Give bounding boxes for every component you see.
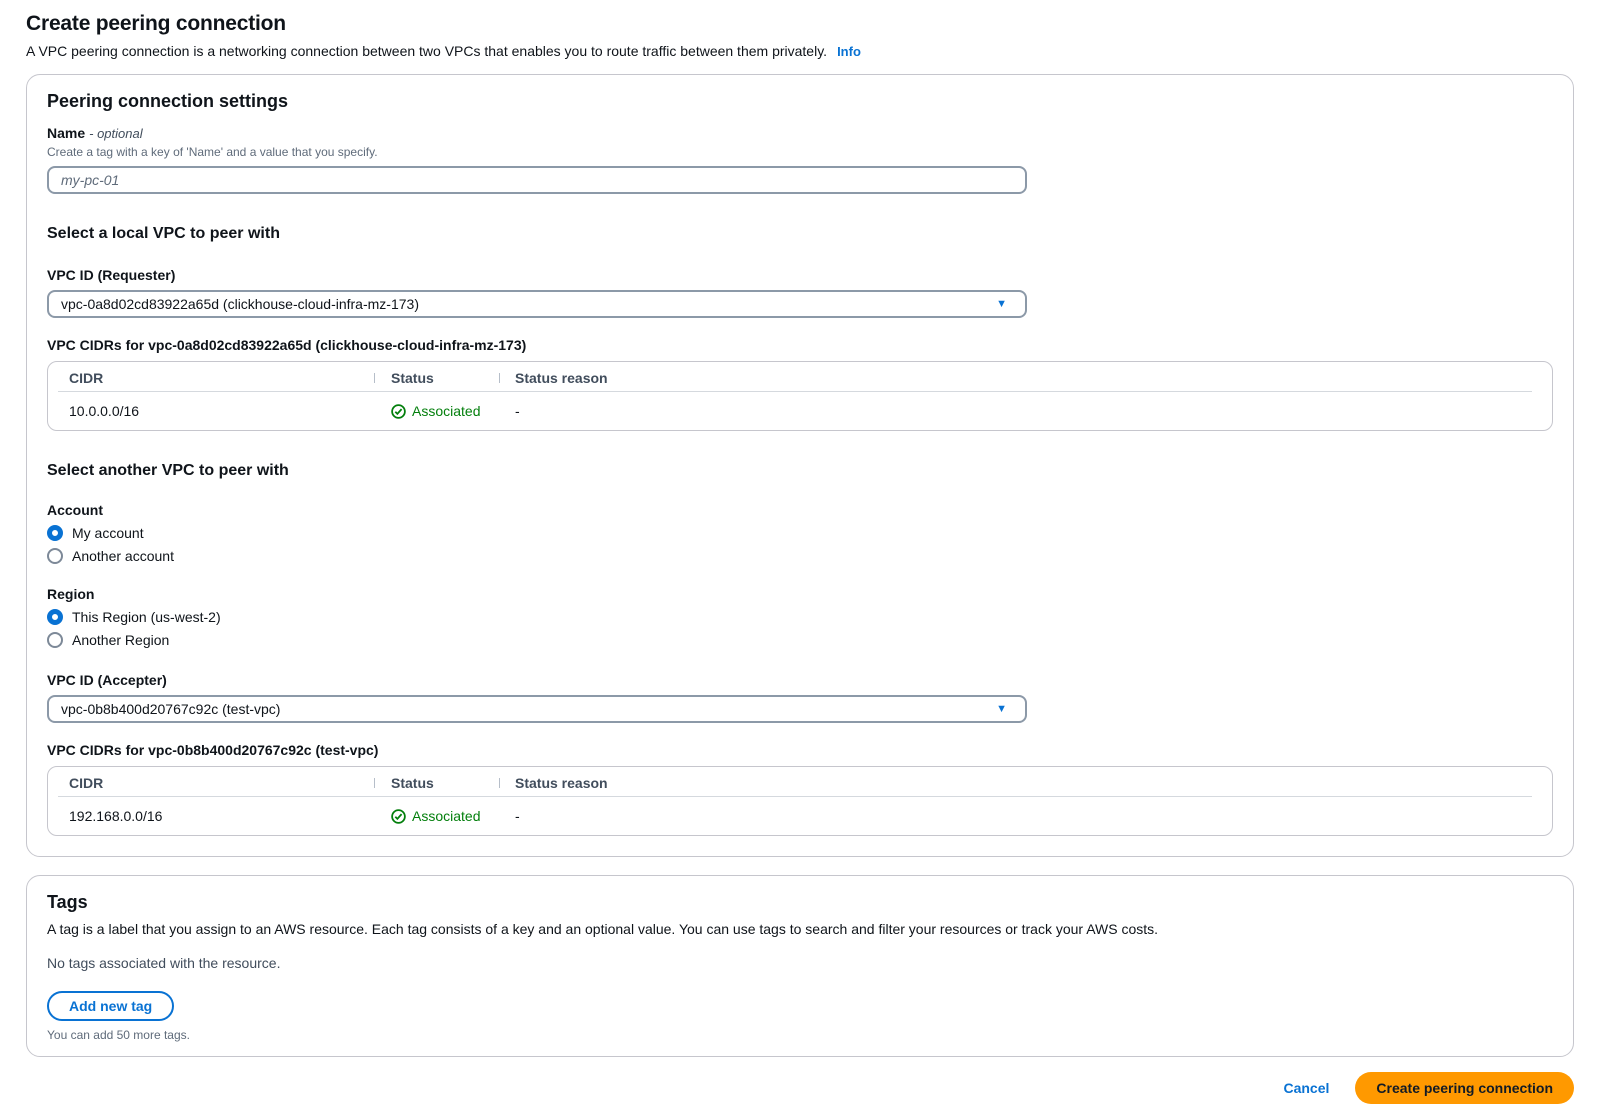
create-peering-connection-page: Create peering connection A VPC peering … xyxy=(0,0,1600,1104)
caret-down-icon: ▼ xyxy=(996,704,1007,715)
status-value: Associated xyxy=(374,808,499,824)
accepter-vpc-label: VPC ID (Accepter) xyxy=(47,672,1553,688)
accepter-cidr-table: CIDR Status Status reason 192.168.0.0/16… xyxy=(47,766,1553,836)
another-vpc-section-heading: Select another VPC to peer with xyxy=(47,462,1553,480)
status-reason-value: - xyxy=(499,808,1552,824)
accepter-cidr-table-title: VPC CIDRs for vpc-0b8b400d20767c92c (tes… xyxy=(47,742,1553,758)
accepter-vpc-select[interactable]: vpc-0b8b400d20767c92c (test-vpc) ▼ xyxy=(47,695,1027,723)
radio-button[interactable] xyxy=(47,525,63,541)
success-check-icon xyxy=(391,404,406,419)
column-header-cidr: CIDR xyxy=(48,775,374,791)
radio-button[interactable] xyxy=(47,632,63,648)
requester-cidr-table-title: VPC CIDRs for vpc-0a8d02cd83922a65d (cli… xyxy=(47,337,1553,353)
info-link[interactable]: Info xyxy=(837,44,861,59)
cidr-value: 10.0.0.0/16 xyxy=(48,403,374,419)
table-row: 192.168.0.0/16 Associated - xyxy=(48,797,1552,835)
accepter-vpc-selected-value: vpc-0b8b400d20767c92c (test-vpc) xyxy=(61,701,280,717)
footer-actions: Cancel Create peering connection xyxy=(26,1072,1574,1104)
radio-option-this-region[interactable]: This Region (us-west-2) xyxy=(47,609,1553,625)
page-title: Create peering connection xyxy=(26,12,1574,36)
tags-card-heading: Tags xyxy=(47,892,1553,913)
requester-vpc-selected-value: vpc-0a8d02cd83922a65d (clickhouse-cloud-… xyxy=(61,296,419,312)
name-field-label: Name- optional xyxy=(47,125,1553,141)
cidr-value: 192.168.0.0/16 xyxy=(48,808,374,824)
column-header-cidr: CIDR xyxy=(48,370,374,386)
region-group-label: Region xyxy=(47,586,1553,602)
requester-cidr-table: CIDR Status Status reason 10.0.0.0/16 As… xyxy=(47,361,1553,431)
status-value: Associated xyxy=(374,403,499,419)
create-peering-connection-button[interactable]: Create peering connection xyxy=(1355,1072,1574,1104)
tags-empty-text: No tags associated with the resource. xyxy=(47,955,1553,971)
radio-button[interactable] xyxy=(47,609,63,625)
table-row: 10.0.0.0/16 Associated - xyxy=(48,392,1552,430)
page-description-text: A VPC peering connection is a networking… xyxy=(26,43,827,59)
tags-remaining-text: You can add 50 more tags. xyxy=(47,1028,1553,1042)
page-description: A VPC peering connection is a networking… xyxy=(26,43,1574,59)
table-header-row: CIDR Status Status reason xyxy=(48,769,1552,797)
status-reason-value: - xyxy=(499,403,1552,419)
settings-card-heading: Peering connection settings xyxy=(47,91,1553,112)
radio-option-my-account[interactable]: My account xyxy=(47,525,1553,541)
peering-connection-settings-card: Peering connection settings Name- option… xyxy=(26,74,1574,857)
radio-button[interactable] xyxy=(47,548,63,564)
success-check-icon xyxy=(391,809,406,824)
column-header-status-reason: Status reason xyxy=(499,370,1552,386)
optional-flag: - optional xyxy=(89,126,142,141)
requester-vpc-select[interactable]: vpc-0a8d02cd83922a65d (clickhouse-cloud-… xyxy=(47,290,1027,318)
radio-option-another-region[interactable]: Another Region xyxy=(47,632,1553,648)
requester-vpc-label: VPC ID (Requester) xyxy=(47,267,1553,283)
radio-option-another-account[interactable]: Another account xyxy=(47,548,1553,564)
caret-down-icon: ▼ xyxy=(996,299,1007,310)
table-header-row: CIDR Status Status reason xyxy=(48,364,1552,392)
column-header-status: Status xyxy=(374,370,499,386)
local-vpc-section-heading: Select a local VPC to peer with xyxy=(47,225,1553,243)
cancel-button[interactable]: Cancel xyxy=(1283,1080,1329,1096)
tags-card: Tags A tag is a label that you assign to… xyxy=(26,875,1574,1057)
account-group-label: Account xyxy=(47,502,1553,518)
tags-description: A tag is a label that you assign to an A… xyxy=(47,921,1553,937)
column-header-status-reason: Status reason xyxy=(499,775,1552,791)
column-header-status: Status xyxy=(374,775,499,791)
name-input[interactable] xyxy=(47,166,1027,194)
name-field-help: Create a tag with a key of 'Name' and a … xyxy=(47,145,1553,159)
add-new-tag-button[interactable]: Add new tag xyxy=(47,991,174,1021)
